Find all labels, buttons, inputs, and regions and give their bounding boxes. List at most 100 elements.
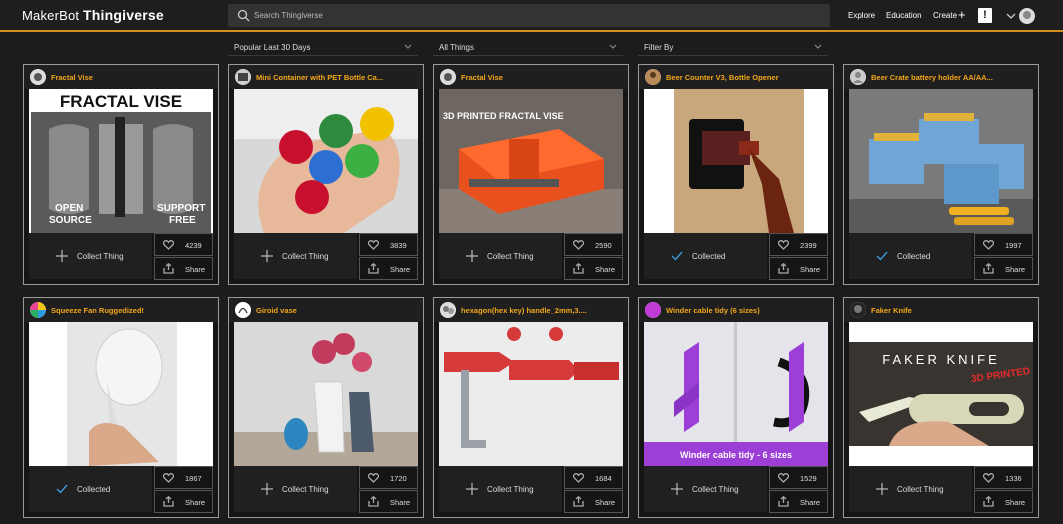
share-button[interactable]: Share [154, 490, 213, 513]
logo-product: Thingiverse [83, 7, 164, 23]
checkmark-icon [671, 251, 683, 261]
thing-title[interactable]: Winder cable tidy (6 sizes) [666, 306, 828, 315]
like-button[interactable]: 1720 [359, 466, 418, 489]
share-icon [983, 263, 994, 274]
collect-label: Collected [692, 252, 726, 261]
nav-education[interactable]: Education [886, 11, 922, 20]
thing-thumbnail[interactable]: Winder cable tidy - 6 sizes [644, 322, 828, 466]
heart-icon [983, 240, 994, 250]
share-button[interactable]: Share [564, 257, 623, 280]
share-icon [163, 263, 174, 274]
thing-thumbnail[interactable] [234, 89, 418, 233]
like-button[interactable]: 2399 [769, 233, 828, 256]
creator-avatar[interactable] [235, 69, 251, 85]
category-dropdown[interactable]: All Things [433, 38, 623, 56]
thing-title[interactable]: Fractal Vise [51, 73, 213, 82]
thing-thumbnail[interactable] [234, 322, 418, 466]
category-dropdown-label: All Things [439, 43, 474, 52]
thing-title[interactable]: Squeeze Fan Ruggedized! [51, 306, 213, 315]
thing-title[interactable]: Giroid vase [256, 306, 418, 315]
alert-icon[interactable]: ! [978, 8, 992, 23]
thing-thumbnail[interactable] [29, 322, 213, 466]
collected-button[interactable]: Collected [849, 233, 972, 279]
thing-card: Winder cable tidy (6 sizes) Winder cable… [638, 297, 834, 518]
share-button[interactable]: Share [769, 257, 828, 280]
share-button[interactable]: Share [359, 490, 418, 513]
thing-title[interactable]: Mini Container with PET Bottle Ca... [256, 73, 418, 82]
share-button[interactable]: Share [564, 490, 623, 513]
creator-avatar[interactable] [850, 302, 866, 318]
plus-icon [671, 483, 683, 495]
creator-avatar[interactable] [440, 69, 456, 85]
thing-title[interactable]: hexagon(hex key) handle_2mm,3.... [461, 306, 623, 315]
collected-button[interactable]: Collected [644, 233, 767, 279]
like-button[interactable]: 1997 [974, 233, 1033, 256]
heart-icon [778, 240, 789, 250]
like-button[interactable]: 2590 [564, 233, 623, 256]
thing-title[interactable]: Beer Crate battery holder AA/AA... [871, 73, 1033, 82]
like-count: 1720 [390, 474, 407, 483]
like-button[interactable]: 1684 [564, 466, 623, 489]
collect-thing-button[interactable]: Collect Thing [439, 233, 562, 279]
heart-icon [983, 473, 994, 483]
thing-thumbnail[interactable]: 3D PRINTED FRACTAL VISE [439, 89, 623, 233]
creator-avatar[interactable] [235, 302, 251, 318]
chevron-down-icon[interactable] [1006, 11, 1016, 21]
like-count: 2590 [595, 241, 612, 250]
like-button[interactable]: 4239 [154, 233, 213, 256]
search-bar[interactable] [228, 4, 830, 27]
collect-label: Collect Thing [897, 485, 944, 494]
search-input[interactable] [254, 7, 814, 24]
thingiverse-logo[interactable]: MakerBot Thingiverse [22, 7, 164, 23]
share-button[interactable]: Share [769, 490, 828, 513]
nav-explore[interactable]: Explore [848, 11, 875, 20]
share-button[interactable]: Share [974, 490, 1033, 513]
like-button[interactable]: 3839 [359, 233, 418, 256]
thing-thumbnail[interactable]: FAKER KNIFE 3D PRINTED [849, 322, 1033, 466]
share-button[interactable]: Share [154, 257, 213, 280]
share-icon [368, 496, 379, 507]
image-caption: SOURCE [49, 215, 92, 226]
creator-avatar[interactable] [30, 69, 46, 85]
collect-thing-button[interactable]: Collect Thing [29, 233, 152, 279]
share-label: Share [185, 265, 206, 274]
like-button[interactable]: 1529 [769, 466, 828, 489]
creator-avatar[interactable] [645, 302, 661, 318]
image-caption: FREE [169, 215, 196, 226]
thing-title[interactable]: Faker Knife [871, 306, 1033, 315]
user-avatar[interactable] [1019, 8, 1035, 24]
plus-icon[interactable]: + [958, 8, 966, 21]
nav-create[interactable]: Create [933, 11, 957, 20]
search-icon [237, 9, 250, 22]
share-icon [573, 263, 584, 274]
share-label: Share [800, 498, 821, 507]
sort-dropdown[interactable]: Popular Last 30 Days [228, 38, 418, 56]
thing-title[interactable]: Fractal Vise [461, 73, 623, 82]
creator-avatar[interactable] [645, 69, 661, 85]
creator-avatar[interactable] [850, 69, 866, 85]
collect-thing-button[interactable]: Collect Thing [234, 466, 357, 512]
collect-thing-button[interactable]: Collect Thing [439, 466, 562, 512]
collected-button[interactable]: Collected [29, 466, 152, 512]
chevron-down-icon [404, 44, 412, 49]
like-button[interactable]: 1867 [154, 466, 213, 489]
share-button[interactable]: Share [974, 257, 1033, 280]
filter-by-dropdown[interactable]: Filter By [638, 38, 828, 56]
share-label: Share [390, 265, 411, 274]
collect-thing-button[interactable]: Collect Thing [644, 466, 767, 512]
like-count: 1997 [1005, 241, 1022, 250]
share-icon [368, 263, 379, 274]
share-icon [163, 496, 174, 507]
collect-label: Collect Thing [487, 252, 534, 261]
collect-thing-button[interactable]: Collect Thing [234, 233, 357, 279]
thing-thumbnail[interactable]: FRACTAL VISE OPEN SOURCE SUPPORT FREE [29, 89, 213, 233]
collect-thing-button[interactable]: Collect Thing [849, 466, 972, 512]
like-button[interactable]: 1336 [974, 466, 1033, 489]
thing-thumbnail[interactable] [849, 89, 1033, 233]
creator-avatar[interactable] [30, 302, 46, 318]
thing-title[interactable]: Beer Counter V3, Bottle Opener [666, 73, 828, 82]
thing-thumbnail[interactable] [644, 89, 828, 233]
share-button[interactable]: Share [359, 257, 418, 280]
thing-thumbnail[interactable] [439, 322, 623, 466]
creator-avatar[interactable] [440, 302, 456, 318]
